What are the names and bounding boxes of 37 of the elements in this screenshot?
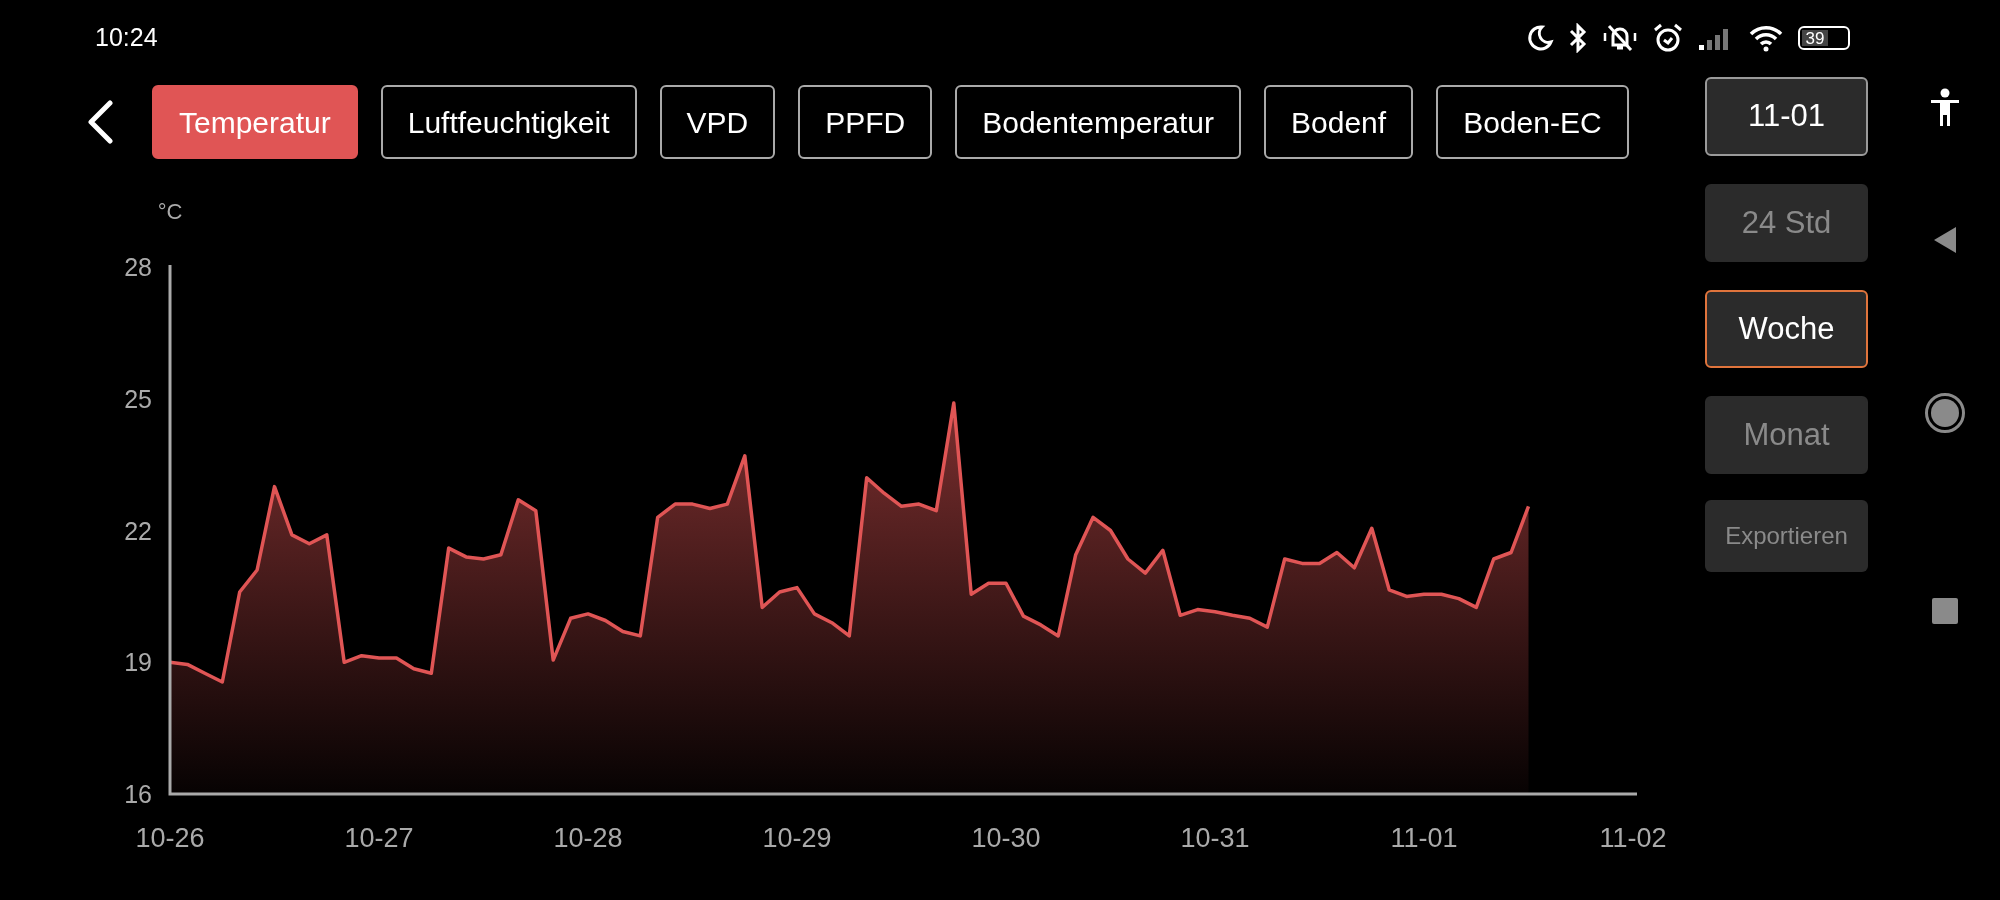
tab[interactable]: Luftfeuchtigkeit <box>380 85 637 159</box>
battery-level: 39 <box>1802 30 1828 46</box>
wifi-icon <box>1748 24 1784 52</box>
y-tick-label: 19 <box>124 648 152 677</box>
range-button[interactable]: Monat <box>1705 396 1868 474</box>
tab[interactable]: PPFD <box>798 85 933 159</box>
range-button[interactable]: 24 Std <box>1705 184 1868 262</box>
x-tick-label: 10-29 <box>762 823 832 853</box>
x-tick-label: 10-26 <box>135 823 205 853</box>
x-tick-label: 11-02 <box>1599 823 1667 853</box>
x-tick-label: 10-27 <box>344 823 414 853</box>
range-button[interactable]: Woche <box>1705 290 1868 368</box>
y-tick-label: 22 <box>124 516 152 545</box>
axis-unit-label: °C <box>157 199 183 224</box>
tab[interactable]: VPD <box>659 85 776 159</box>
y-tick-label: 16 <box>124 780 152 808</box>
recents-icon[interactable] <box>1931 597 1959 625</box>
tab[interactable]: Bodentemperatur <box>955 85 1242 159</box>
tab[interactable]: Temperatur <box>152 85 358 159</box>
muted-bell-icon <box>1602 23 1638 53</box>
x-tick-label: 11-01 <box>1390 823 1458 853</box>
x-tick-label: 10-28 <box>553 823 623 853</box>
moon-icon <box>1526 24 1554 52</box>
bluetooth-icon <box>1568 23 1588 53</box>
x-tick-label: 10-30 <box>971 823 1041 853</box>
y-tick-label: 28 <box>124 253 152 281</box>
clock-time: 10:24 <box>95 22 158 54</box>
accessibility-icon[interactable] <box>1929 88 1961 128</box>
tab[interactable]: Bodenf <box>1264 85 1414 159</box>
x-tick-label: 10-31 <box>1180 823 1250 853</box>
y-tick-label: 25 <box>124 384 152 413</box>
tab[interactable]: Boden-EC <box>1436 85 1629 159</box>
export-button[interactable]: Exportieren <box>1705 500 1868 572</box>
date-button[interactable]: 11-01 <box>1705 77 1868 156</box>
back-icon[interactable] <box>1932 225 1958 255</box>
home-icon[interactable] <box>1924 392 1966 434</box>
alarm-icon <box>1652 22 1684 54</box>
